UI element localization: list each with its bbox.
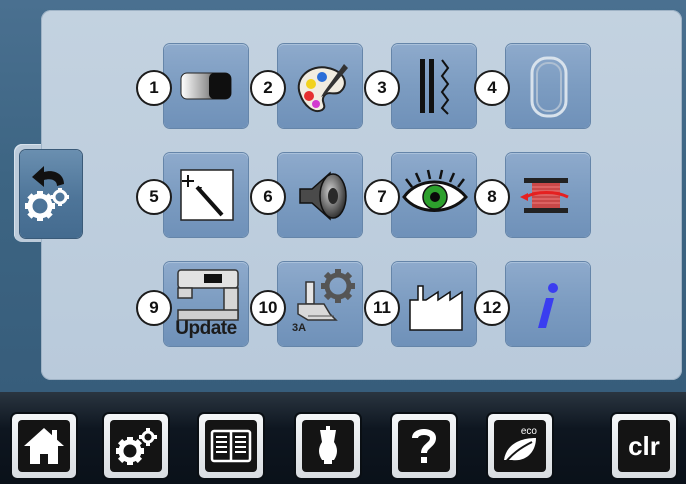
info-icon [538,283,558,328]
factory-icon [409,285,463,331]
bobbin-monitor-button[interactable] [506,153,590,237]
update-button[interactable]: Update [164,262,248,346]
touch-calibration-button[interactable] [164,153,248,237]
home-button[interactable] [12,414,76,478]
home-button-face [18,420,70,472]
number-badge: 6 [250,179,286,215]
bobbin-monitor-icon [520,178,569,213]
tutorial-button-face [205,420,257,472]
embroidery-hoop-button[interactable] [506,44,590,128]
tutorial-book-icon [210,429,252,463]
color-palette-button[interactable] [278,44,362,128]
creative-consultant-icon [319,426,337,464]
stitch-settings-icon [420,59,450,115]
update-label: Update [175,318,237,339]
color-palette-icon [297,64,348,112]
presser-foot-button[interactable]: 3A [278,262,362,346]
home-icon [24,428,64,464]
settings-gears-icon [116,428,157,465]
settings-button-face [110,420,162,472]
help-question-icon [412,429,437,463]
number-badge: 2 [250,70,286,106]
number-badge: 5 [136,179,172,215]
clear-button-face: clr [618,420,670,472]
number-badge: 7 [364,179,400,215]
info-button[interactable] [506,262,590,346]
number-badge: 11 [364,290,400,326]
help-button[interactable] [392,414,456,478]
number-badge: 3 [364,70,400,106]
number-badge: 12 [474,290,510,326]
back-settings-button[interactable] [20,150,82,238]
stitch-settings-button[interactable] [392,44,476,128]
tutorial-button[interactable] [199,414,263,478]
eye-button[interactable] [392,153,476,237]
creative-consultant-button-face [302,420,354,472]
speaker-icon [299,171,347,221]
clear-label: clr [628,430,660,461]
contrast-icon [180,72,232,100]
setup-screen: 1 2 3 4 5 6 7 8 Update 9 3A 10 11 12 [0,0,686,392]
number-badge: 8 [474,179,510,215]
clear-button[interactable]: clr [612,414,676,478]
number-badge: 4 [474,70,510,106]
number-badge: 1 [136,70,172,106]
contrast-button[interactable] [164,44,248,128]
presser-foot-label: 3A [292,322,307,334]
number-badge: 9 [136,290,172,326]
creative-consultant-button[interactable] [296,414,360,478]
settings-button[interactable] [104,414,168,478]
touch-calibration-icon [180,169,234,221]
eye-icon [402,169,468,212]
eco-button[interactable]: eco [488,414,552,478]
eco-button-face: eco [494,420,546,472]
speaker-button[interactable] [278,153,362,237]
embroidery-hoop-icon [530,56,568,118]
back-settings-icon [25,166,69,221]
number-badge: 10 [250,290,286,326]
help-button-face [398,420,450,472]
factory-reset-button[interactable] [392,262,476,346]
eco-label: eco [520,426,537,437]
presser-foot-gear-icon [297,269,355,321]
